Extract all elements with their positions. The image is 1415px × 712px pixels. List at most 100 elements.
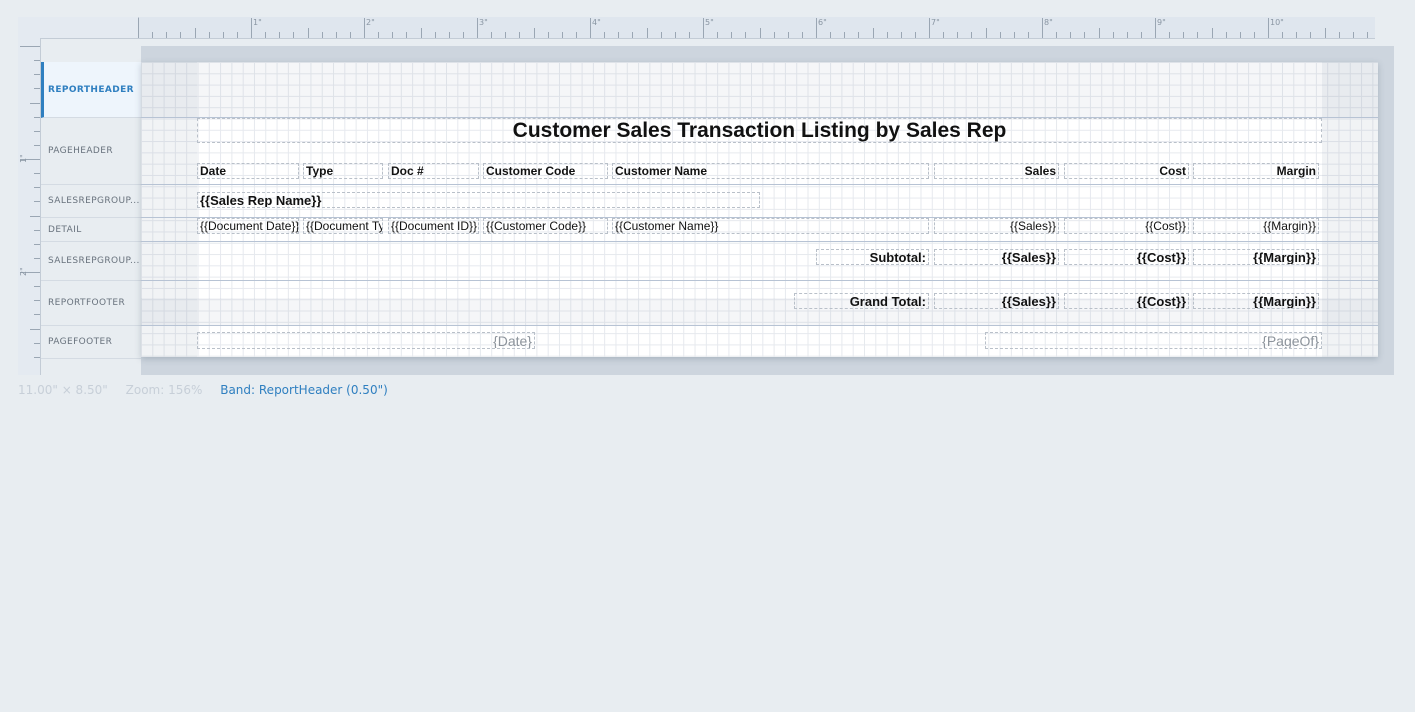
band-label-text: PAGEHEADER <box>48 146 113 156</box>
ruler-tick <box>844 32 846 38</box>
column-header-type[interactable]: Type <box>303 163 383 179</box>
ruler-tick <box>1352 32 1354 38</box>
ruler-tick <box>900 32 902 38</box>
band-reportheader[interactable]: REPORTHEADER <box>41 62 141 118</box>
column-header-cost[interactable]: Cost <box>1064 163 1189 179</box>
ruler-tick <box>1282 32 1284 38</box>
band-pagefooter[interactable]: PAGEFOOTER <box>41 326 141 359</box>
ruler-tick <box>448 32 450 38</box>
ruler-label: 8" <box>1044 18 1053 27</box>
sales-rep-name-field[interactable]: {{Sales Rep Name}} <box>197 192 760 208</box>
ruler-tick <box>251 18 252 38</box>
grand-total-label[interactable]: Grand Total: <box>794 293 929 309</box>
subtotal-margin[interactable]: {{Margin}} <box>1193 249 1319 265</box>
ruler-tick <box>773 32 775 38</box>
ruler-tick <box>646 28 648 38</box>
ruler-label: 6" <box>818 18 827 27</box>
detail-sales[interactable]: {{Sales}} <box>934 218 1059 234</box>
ruler-tick <box>1056 32 1058 38</box>
ruler-tick <box>505 32 507 38</box>
ruler-tick <box>392 32 394 38</box>
ruler-tick <box>30 328 40 330</box>
subtotal-label[interactable]: Subtotal: <box>816 249 929 265</box>
detail-customer-name[interactable]: {{Customer Name}} <box>612 218 929 234</box>
ruler-tick <box>279 32 281 38</box>
ruler-tick <box>830 32 832 38</box>
ruler-tick <box>34 144 40 146</box>
band-reportfooter[interactable]: REPORTFOOTER <box>41 281 141 326</box>
ruler-label: 2" <box>19 267 28 276</box>
ruler-tick <box>265 32 267 38</box>
ruler-tick <box>34 342 40 344</box>
ruler-tick <box>434 32 436 38</box>
ruler-tick <box>1112 32 1114 38</box>
detail-document-date[interactable]: {{Document Date}} <box>197 218 299 234</box>
ruler-tick <box>180 32 182 38</box>
ruler-tick <box>462 32 464 38</box>
ruler-tick <box>1211 28 1213 38</box>
ruler-tick <box>632 32 634 38</box>
band-salesrepgroup-header[interactable]: SALESREPGROUP... <box>41 185 141 218</box>
column-header-sales[interactable]: Sales <box>934 163 1059 179</box>
page-footer-date[interactable]: {Date} <box>197 332 535 349</box>
ruler-tick <box>1169 32 1171 38</box>
detail-customer-code[interactable]: {{Customer Code}} <box>483 218 608 234</box>
subtotal-cost[interactable]: {{Cost}} <box>1064 249 1189 265</box>
ruler-tick <box>378 32 380 38</box>
ruler-tick <box>34 60 40 62</box>
ruler-tick <box>943 32 945 38</box>
ruler-tick <box>717 32 719 38</box>
ruler-tick <box>801 32 803 38</box>
ruler-tick <box>1197 32 1199 38</box>
grand-total-margin[interactable]: {{Margin}} <box>1193 293 1319 309</box>
ruler-tick <box>34 74 40 76</box>
page-size-readout: 11.00" × 8.50" <box>18 383 108 397</box>
detail-cost[interactable]: {{Cost}} <box>1064 218 1189 234</box>
ruler-tick <box>1013 32 1015 38</box>
band-label-text: DETAIL <box>48 224 82 235</box>
ruler-label: 7" <box>931 18 940 27</box>
page-footer-page-of[interactable]: {PageOf} <box>985 332 1322 349</box>
left-margin <box>141 62 197 357</box>
ruler-tick <box>1070 32 1072 38</box>
ruler-tick <box>491 32 493 38</box>
ruler-tick <box>999 32 1001 38</box>
band-pageheader[interactable]: PAGEHEADER <box>41 118 141 185</box>
ruler-tick <box>1239 32 1241 38</box>
column-header-customer-code[interactable]: Customer Code <box>483 163 608 179</box>
column-header-customer-name[interactable]: Customer Name <box>612 163 929 179</box>
ruler-tick <box>30 102 40 104</box>
detail-document-type[interactable]: {{Document Type}} <box>303 218 383 234</box>
ruler-tick <box>731 32 733 38</box>
ruler-tick <box>420 28 422 38</box>
ruler-tick <box>152 32 154 38</box>
ruler-tick <box>703 18 704 38</box>
ruler-tick <box>561 32 563 38</box>
ruler-label: 9" <box>1157 18 1166 27</box>
ruler-tick <box>138 18 139 38</box>
column-header-date[interactable]: Date <box>197 163 299 179</box>
report-page[interactable]: Customer Sales Transaction Listing by Sa… <box>141 62 1378 357</box>
grand-total-cost[interactable]: {{Cost}} <box>1064 293 1189 309</box>
report-title-field[interactable]: Customer Sales Transaction Listing by Sa… <box>197 118 1322 143</box>
ruler-tick <box>858 32 860 38</box>
ruler-tick <box>208 32 210 38</box>
detail-document-id[interactable]: {{Document ID}} <box>388 218 479 234</box>
detail-margin[interactable]: {{Margin}} <box>1193 218 1319 234</box>
ruler-tick <box>1126 32 1128 38</box>
subtotal-sales[interactable]: {{Sales}} <box>934 249 1059 265</box>
ruler-tick <box>590 18 591 38</box>
grand-total-sales[interactable]: {{Sales}} <box>934 293 1059 309</box>
ruler-tick <box>34 300 40 302</box>
ruler-label: 3" <box>479 18 488 27</box>
ruler-tick <box>34 229 40 231</box>
band-label-text: SALESREPGROUP... <box>48 196 140 206</box>
ruler-tick <box>674 32 676 38</box>
ruler-tick <box>1098 28 1100 38</box>
ruler-label: 5" <box>705 18 714 27</box>
column-header-margin[interactable]: Margin <box>1193 163 1319 179</box>
column-header-doc[interactable]: Doc # <box>388 163 479 179</box>
ruler-tick <box>34 356 40 358</box>
band-salesrepgroup-footer[interactable]: SALESREPGROUP... <box>41 242 141 281</box>
band-detail[interactable]: DETAIL <box>41 218 141 242</box>
